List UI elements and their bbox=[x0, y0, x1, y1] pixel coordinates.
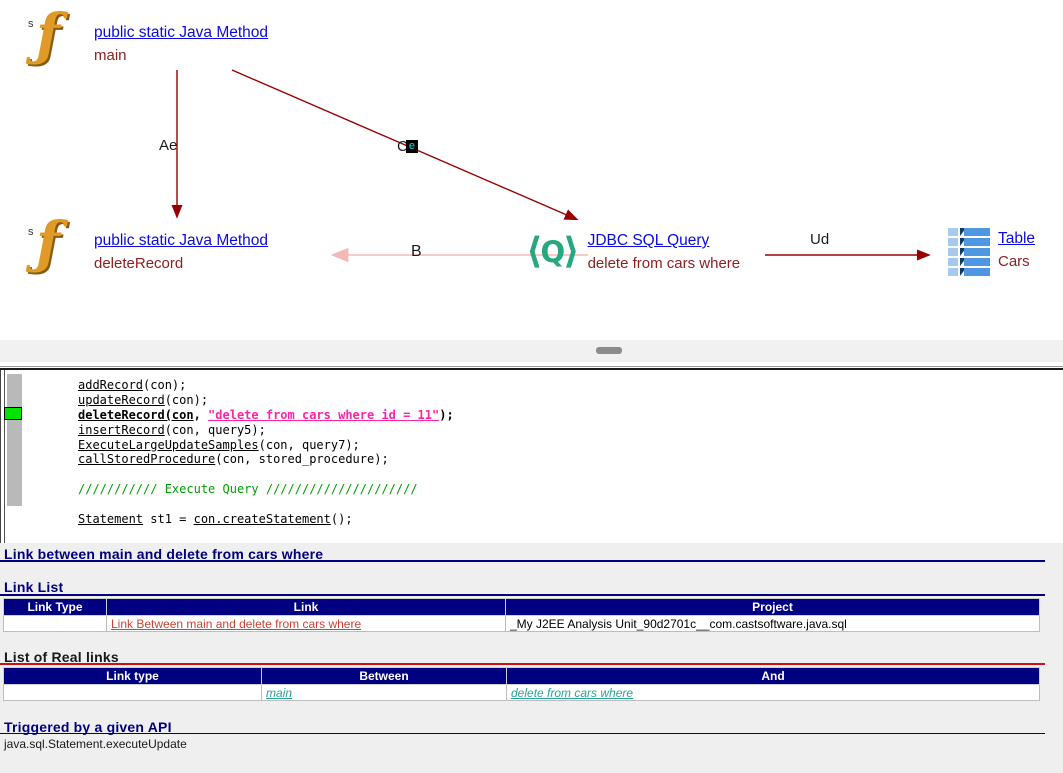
and-object-link[interactable]: delete from cars where bbox=[511, 686, 633, 700]
app-window: s ƒ public static Java Method main s ƒ p… bbox=[0, 0, 1063, 773]
link-list-rule bbox=[0, 594, 1045, 596]
selected-edge-label-part: e bbox=[406, 140, 418, 153]
edge-label-ce[interactable]: Ce bbox=[397, 138, 418, 155]
node-table-name: Cars bbox=[998, 253, 1035, 270]
node-jdbc-query-name: delete from cars where bbox=[588, 255, 741, 272]
link-list-row: Link Between main and delete from cars w… bbox=[4, 616, 1040, 632]
column-header-project: Project bbox=[506, 599, 1040, 616]
java-method-icon: s ƒ bbox=[28, 224, 86, 276]
link-between-link[interactable]: Link Between main and delete from cars w… bbox=[111, 617, 361, 631]
pane-splitter bbox=[0, 340, 1063, 362]
node-main-name: main bbox=[94, 47, 268, 64]
node-jdbc-query[interactable]: ⟨Q⟩ JDBC SQL Query delete from cars wher… bbox=[526, 230, 740, 272]
code-gutter bbox=[7, 374, 22, 506]
jdbc-query-icon: ⟨Q⟩ bbox=[526, 232, 580, 272]
api-rule bbox=[0, 733, 1045, 734]
column-header-link-type: Link Type bbox=[4, 599, 107, 616]
cell-project: _My J2EE Analysis Unit_90d2701c__com.cas… bbox=[506, 616, 1040, 632]
static-modifier: s bbox=[28, 226, 34, 238]
real-links-rule bbox=[0, 663, 1045, 665]
link-list-table: Link Type Link Project Link Between main… bbox=[3, 598, 1040, 632]
divider-line bbox=[0, 366, 1063, 367]
node-delete-record-name: deleteRecord bbox=[94, 255, 268, 272]
java-method-icon: s ƒ bbox=[28, 16, 86, 68]
column-header-link: Link bbox=[107, 599, 506, 616]
cell-link-type bbox=[4, 685, 262, 701]
table-icon bbox=[948, 228, 990, 276]
code-lines: addRecord(con);updateRecord(con);deleteR… bbox=[78, 378, 454, 527]
node-delete-record[interactable]: s ƒ public static Java Method deleteReco… bbox=[28, 224, 268, 276]
between-object-link[interactable]: main bbox=[266, 686, 292, 700]
column-header-and: And bbox=[507, 668, 1040, 685]
link-list-heading: Link List bbox=[4, 579, 63, 595]
node-main[interactable]: s ƒ public static Java Method main bbox=[28, 16, 268, 68]
node-main-type-link[interactable]: public static Java Method bbox=[94, 24, 268, 42]
cell-link-type bbox=[4, 616, 107, 632]
edge-label-ae[interactable]: Ae bbox=[159, 137, 177, 154]
code-viewer[interactable]: addRecord(con);updateRecord(con);deleteR… bbox=[0, 370, 1063, 543]
node-delete-record-type-link[interactable]: public static Java Method bbox=[94, 232, 268, 250]
splitter-drag-handle[interactable] bbox=[596, 347, 622, 354]
static-modifier: s bbox=[28, 18, 34, 30]
node-table-type-link[interactable]: Table bbox=[998, 230, 1035, 248]
node-table[interactable]: Table Cars bbox=[948, 226, 1035, 276]
real-links-row: main delete from cars where bbox=[4, 685, 1040, 701]
api-value: java.sql.Statement.executeUpdate bbox=[4, 737, 187, 751]
edge-label-ud[interactable]: Ud bbox=[810, 231, 829, 248]
dependency-graph: s ƒ public static Java Method main s ƒ p… bbox=[0, 0, 1063, 340]
link-report: Link between main and delete from cars w… bbox=[0, 543, 1063, 773]
title-rule bbox=[0, 560, 1045, 562]
real-links-table: Link type Between And main delete from c… bbox=[3, 667, 1040, 701]
node-jdbc-query-type-link[interactable]: JDBC SQL Query bbox=[588, 232, 741, 250]
edge-label-b[interactable]: B bbox=[411, 243, 422, 261]
column-header-link-type: Link type bbox=[4, 668, 262, 685]
column-header-between: Between bbox=[262, 668, 507, 685]
current-line-marker bbox=[4, 407, 22, 420]
